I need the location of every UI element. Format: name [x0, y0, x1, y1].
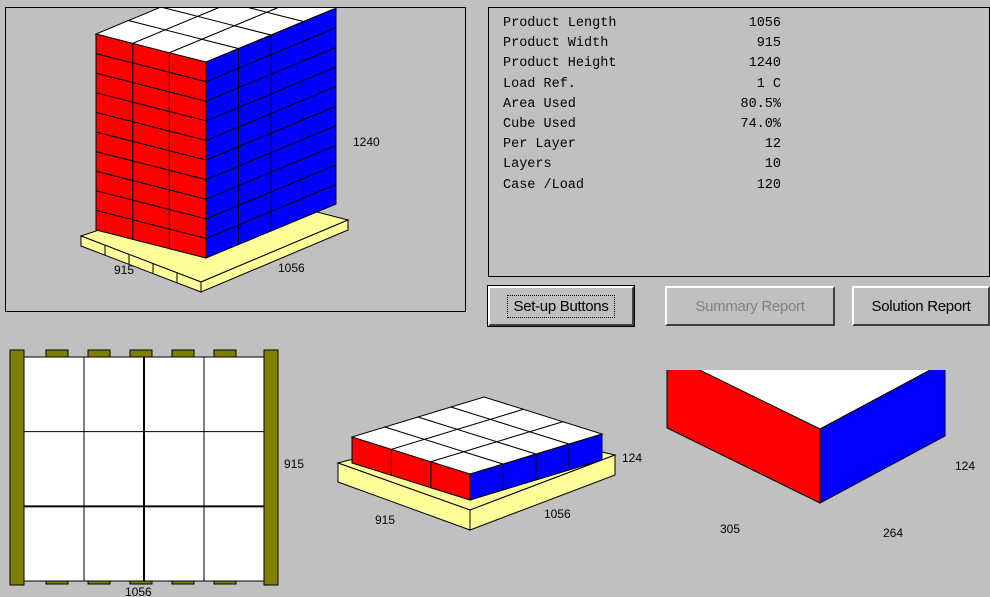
- info-row: Product Height 1240: [503, 54, 781, 74]
- solution-report-label: Solution Report: [871, 297, 971, 315]
- info-label: Layers: [503, 157, 552, 173]
- product-info-table: Product Length 1056 Product Width 915 Produc…: [503, 14, 781, 196]
- single-layer-3d-view: 915 1056 124: [336, 396, 642, 531]
- info-label: Cube Used: [503, 117, 576, 133]
- plan-length-label: 1056: [125, 585, 152, 597]
- layer-length-label: 1056: [544, 507, 571, 521]
- info-value: 1056: [748, 16, 781, 31]
- info-label: Product Length: [503, 16, 617, 31]
- product-info-panel: Product Length 1056 Product Width 915 Produc…: [488, 7, 990, 277]
- info-value: 10: [764, 157, 781, 173]
- info-label: Area Used: [503, 96, 576, 112]
- info-value: 74.0%: [740, 117, 781, 133]
- load-length-label: 1056: [278, 261, 305, 275]
- info-row: Product Length 1056: [503, 14, 781, 34]
- info-row: Cube Used 74.0%: [503, 115, 781, 135]
- info-label: Per Layer: [503, 137, 576, 153]
- info-label: Case /Load: [503, 177, 585, 193]
- info-row: Case /Load 120: [503, 176, 781, 196]
- info-row: Area Used 80.5%: [503, 95, 781, 115]
- info-row: Load Ref. 1 C: [503, 75, 781, 95]
- summary-report-label: Summary Report: [695, 297, 805, 315]
- layer-height-label: 124: [622, 451, 642, 465]
- setup-buttons-button[interactable]: Set-up Buttons: [487, 285, 635, 327]
- load-3d-view: 915 1056 1240: [79, 8, 380, 293]
- pallet-rail: [263, 349, 279, 586]
- case-width-label: 305: [720, 522, 740, 536]
- info-row: Layers 10: [503, 155, 781, 175]
- load-width-label: 915: [114, 263, 134, 277]
- case-height-label: 124: [955, 459, 975, 473]
- setup-buttons-label: Set-up Buttons: [507, 294, 615, 318]
- load-3d-view-panel: 915 1056 1240: [5, 7, 466, 312]
- single-case-3d-view: 305 264 124: [666, 370, 975, 540]
- load-height-label: 1240: [353, 135, 380, 149]
- info-value: 915: [756, 36, 781, 52]
- info-label: Load Ref.: [503, 76, 576, 92]
- summary-report-button[interactable]: Summary Report: [665, 286, 835, 326]
- info-label: Product Height: [503, 56, 617, 72]
- layer-plan-graphic: [9, 349, 279, 586]
- info-value: 1 C: [756, 76, 781, 92]
- info-value: 80.5%: [740, 96, 781, 112]
- info-row: Product Width 915: [503, 34, 781, 54]
- info-row: Per Layer 12: [503, 135, 781, 155]
- plan-width-label: 915: [284, 457, 304, 471]
- case-graphic: [666, 370, 946, 504]
- info-value: 12: [764, 137, 781, 153]
- info-label: Product Width: [503, 36, 609, 52]
- info-value: 120: [756, 177, 781, 193]
- layer-width-label: 915: [375, 513, 395, 527]
- case-length-label: 264: [883, 526, 903, 540]
- layer-plan-view: 915 1056: [9, 349, 304, 597]
- solution-report-button[interactable]: Solution Report: [852, 286, 990, 326]
- pallet-rail: [9, 349, 25, 586]
- info-value: 1240: [748, 56, 781, 72]
